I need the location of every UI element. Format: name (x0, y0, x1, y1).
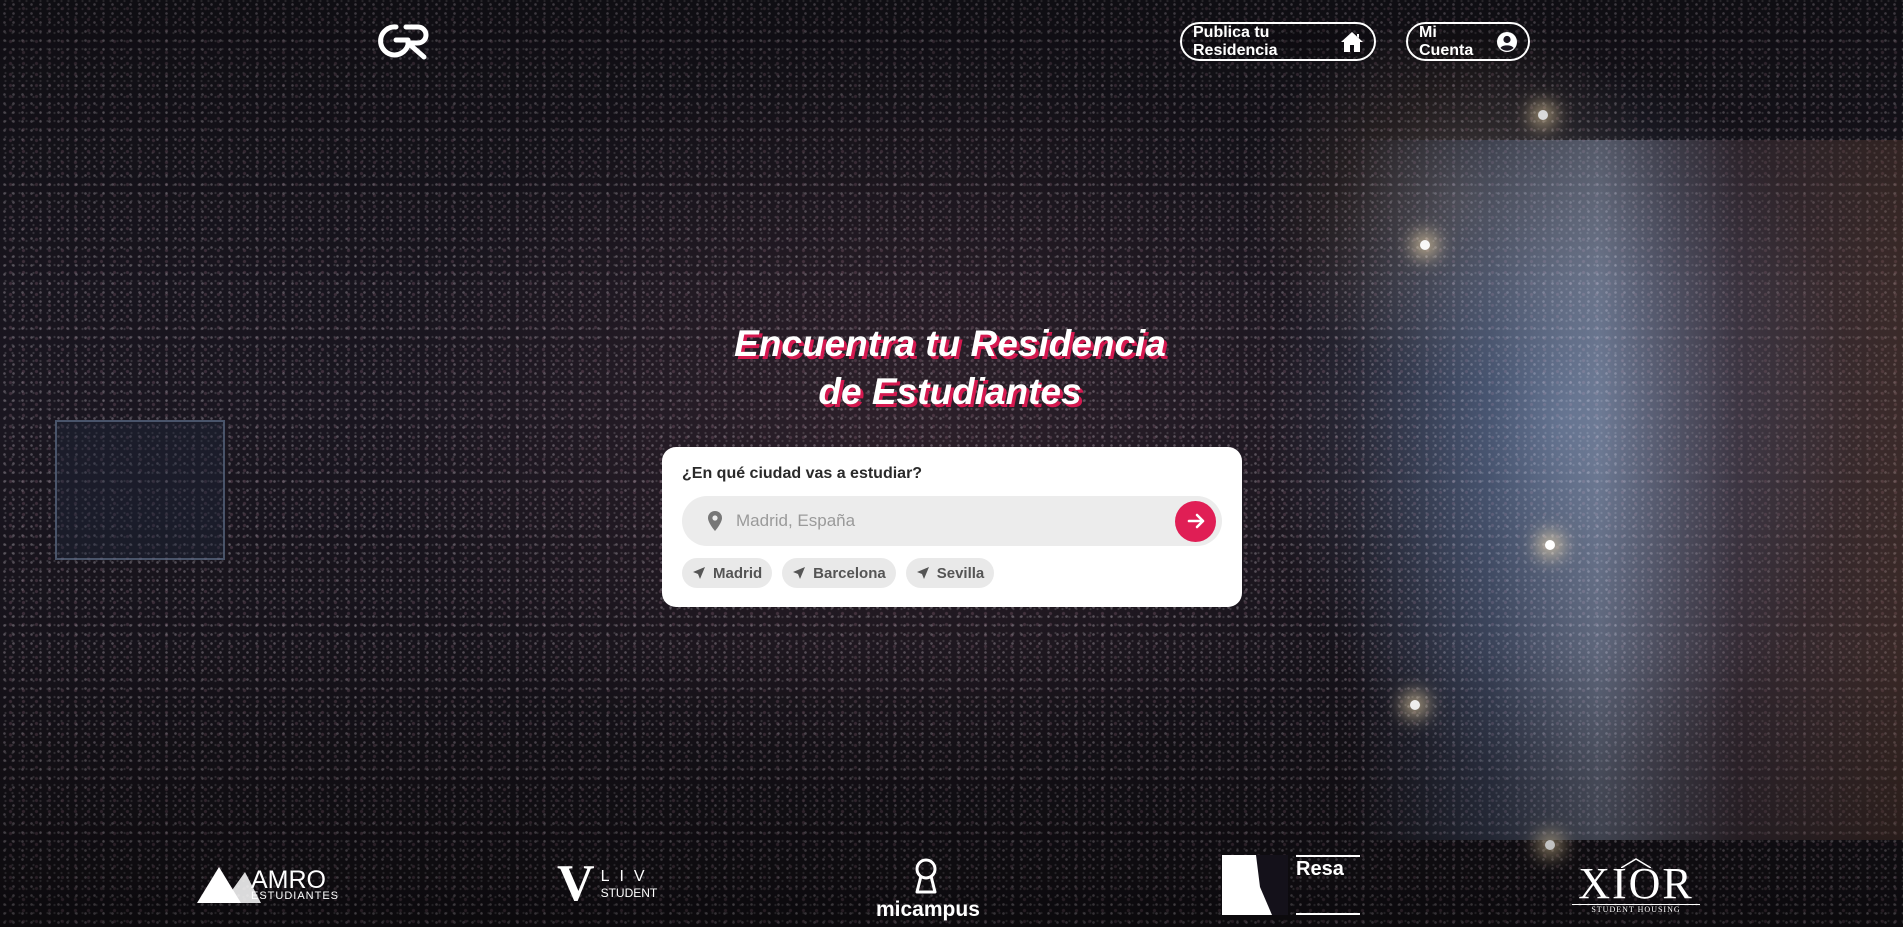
gr-logo-icon (378, 24, 429, 60)
partner-liv-student-logo[interactable]: V LIV STUDENT (557, 858, 657, 910)
amro-sub: ESTUDIANTES (251, 889, 340, 902)
navigation-arrow-icon (793, 567, 806, 579)
my-account-button[interactable]: Mi Cuenta (1406, 22, 1530, 61)
resa-divider (1296, 913, 1360, 915)
xior-word: XIOR (1578, 859, 1694, 908)
home-icon (1340, 30, 1364, 54)
publish-residence-button[interactable]: Publica tu Residencia (1180, 22, 1376, 61)
hero-title-line1: Encuentra tu Residencia (734, 323, 1166, 364)
hero-title: Encuentra tu Residencia de Estudiantes (600, 320, 1300, 416)
keyhole-icon (915, 858, 937, 894)
liv-mark: V (557, 855, 595, 912)
publish-label: Publica tu Residencia (1193, 23, 1278, 59)
search-label: ¿En qué ciudad vas a estudiar? (682, 465, 923, 482)
city-chip-sevilla[interactable]: Sevilla (905, 558, 995, 588)
quick-city-list: Madrid Barcelona Sevilla (682, 558, 1222, 588)
city-search-input[interactable] (736, 496, 1175, 546)
micampus-word: micampus (876, 898, 980, 921)
map-pin-icon (707, 511, 725, 531)
partner-micampus-logo[interactable]: micampus (876, 858, 980, 921)
search-bar (682, 496, 1222, 546)
liv-word: LIV (600, 868, 655, 885)
search-card: ¿En qué ciudad vas a estudiar? Madrid Ba… (662, 447, 1242, 607)
user-circle-icon (1496, 30, 1518, 54)
partner-xior-logo[interactable]: XIOR STUDENT HOUSING (1572, 858, 1700, 914)
city-chip-madrid[interactable]: Madrid (682, 558, 773, 588)
amro-word: AMRO (251, 865, 326, 894)
city-chip-barcelona[interactable]: Barcelona (782, 558, 896, 588)
city-chip-label: Madrid (713, 564, 763, 582)
partner-amro-logo[interactable]: AMRO ESTUDIANTES (197, 866, 339, 904)
partner-logos: AMRO ESTUDIANTES V LIV STUDENT micampus … (0, 850, 1903, 927)
city-chip-label: Barcelona (813, 564, 886, 582)
arrow-right-icon (1187, 513, 1204, 529)
account-label: Mi Cuenta (1419, 23, 1474, 59)
search-submit-button[interactable] (1175, 500, 1216, 542)
site-logo[interactable] (372, 19, 434, 61)
liv-sub: STUDENT (600, 886, 658, 900)
partner-resa-logo[interactable]: Resa (1222, 855, 1360, 915)
resa-block-icon (1222, 855, 1288, 915)
resa-word: Resa (1296, 855, 1360, 881)
navigation-arrow-icon (693, 567, 705, 579)
hero-title-line2: de Estudiantes (818, 371, 1082, 412)
city-chip-label: Sevilla (936, 564, 985, 582)
navigation-arrow-icon (916, 567, 929, 579)
